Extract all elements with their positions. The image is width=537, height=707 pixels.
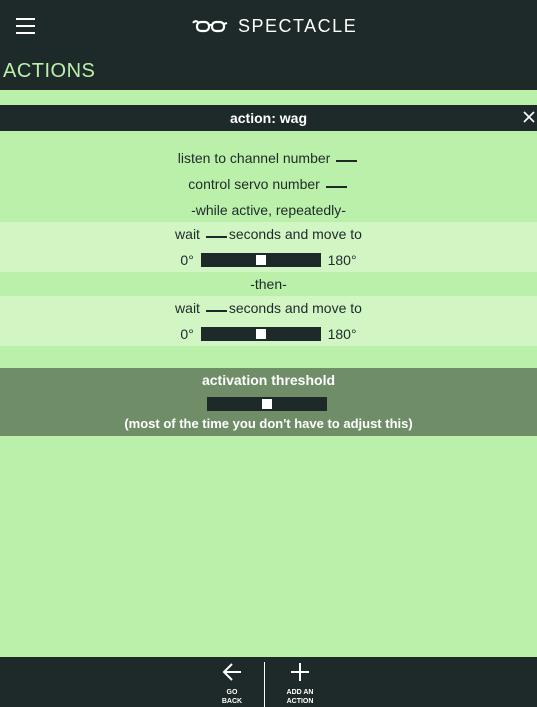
go-back-label-line1: GO [226, 689, 238, 696]
close-icon[interactable] [522, 110, 536, 124]
step-1-wait-row: wait seconds and move to [0, 224, 537, 244]
slider-thumb[interactable] [255, 329, 266, 340]
while-active-label: -while active, repeatedly- [191, 202, 346, 218]
page-title: ACTIONS [3, 60, 96, 82]
add-action-label-line2: ACTION [286, 698, 314, 705]
arrow-left-icon [222, 663, 241, 681]
angle-max-label: 180° [327, 252, 357, 268]
glasses-icon [192, 20, 228, 33]
wait-label: wait [175, 300, 200, 316]
angle-min-label: 0° [180, 326, 194, 342]
step-1-seconds-input[interactable] [205, 236, 227, 238]
step-2-angle-slider[interactable] [200, 327, 321, 342]
go-back-button[interactable]: GO BACK [212, 657, 252, 707]
action-title: action: wag [229, 110, 307, 126]
servo-row: control servo number [0, 174, 537, 194]
step-1-angle-slider[interactable] [200, 253, 321, 268]
nav-divider [264, 662, 265, 707]
go-back-label-line2: BACK [221, 698, 243, 705]
seconds-label: seconds and move to [228, 226, 362, 242]
seconds-label: seconds and move to [228, 300, 362, 316]
slider-thumb[interactable] [262, 399, 272, 409]
top-bar: SPECTACLE ACTIONS [0, 0, 537, 90]
slider-thumb[interactable] [255, 255, 266, 266]
step-2-angle-row: 0° 180° [0, 324, 537, 344]
hamburger-menu-icon[interactable] [16, 18, 35, 34]
add-action-button[interactable]: ADD AN ACTION [278, 657, 322, 707]
then-label: -then- [250, 276, 287, 292]
threshold-panel: activation threshold (most of the time y… [0, 368, 537, 436]
plus-icon [291, 663, 309, 681]
listen-label: listen to channel number [177, 150, 331, 166]
servo-number-input[interactable] [325, 186, 347, 188]
step-1-angle-row: 0° 180° [0, 250, 537, 270]
threshold-title: activation threshold [201, 372, 336, 388]
app-logo: SPECTACLE [192, 14, 357, 38]
action-header: action: wag [0, 105, 537, 131]
step-2-wait-row: wait seconds and move to [0, 298, 537, 318]
servo-label: control servo number [188, 176, 320, 192]
step-2-seconds-input[interactable] [205, 310, 227, 312]
add-action-label-line1: ADD AN [286, 689, 314, 696]
app-name: SPECTACLE [238, 15, 358, 36]
angle-min-label: 0° [180, 252, 194, 268]
bottom-nav: GO BACK ADD AN ACTION [0, 657, 537, 707]
angle-max-label: 180° [327, 326, 357, 342]
threshold-slider[interactable] [207, 397, 327, 411]
threshold-note: (most of the time you don't have to adju… [124, 416, 413, 431]
wait-label: wait [175, 226, 200, 242]
listen-row: listen to channel number [0, 148, 537, 168]
channel-number-input[interactable] [336, 160, 358, 162]
